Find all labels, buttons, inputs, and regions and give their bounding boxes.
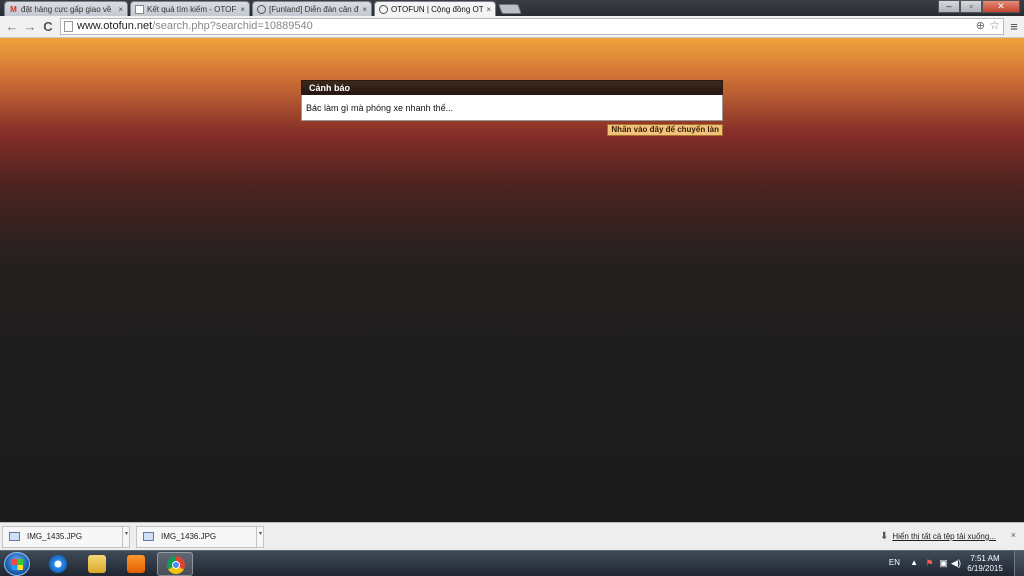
network-icon[interactable]: ▣ bbox=[939, 559, 948, 568]
page-icon bbox=[64, 21, 73, 32]
taskbar: EN ▲ ⚑ ▣ ◀) 7:51 AM 6/19/2015 bbox=[0, 550, 1024, 576]
page-content: Cảnh báo Bác làm gì mà phóng xe nhanh th… bbox=[0, 38, 1024, 522]
menu-icon[interactable]: ≡ bbox=[1007, 19, 1021, 35]
reload-icon[interactable]: C bbox=[40, 19, 56, 35]
back-icon[interactable]: ← bbox=[4, 19, 20, 35]
bookmark-star-icon[interactable]: ☆ bbox=[989, 18, 1000, 33]
image-file-icon bbox=[143, 532, 154, 541]
clock-date: 6/19/2015 bbox=[967, 564, 1003, 573]
warning-dialog: Cảnh báo Bác làm gì mà phóng xe nhanh th… bbox=[301, 80, 723, 136]
taskbar-file-explorer[interactable] bbox=[79, 552, 115, 576]
window-controls: – ▫ ✕ bbox=[938, 0, 1020, 13]
download-item[interactable]: IMG_1435.JPG ▾ bbox=[2, 526, 130, 548]
windows-logo-lower-icon bbox=[12, 565, 23, 570]
image-file-icon bbox=[9, 532, 20, 541]
download-filename: IMG_1436.JPG bbox=[161, 532, 217, 541]
language-indicator[interactable]: EN bbox=[889, 558, 900, 567]
clock-time: 7:51 AM bbox=[970, 554, 1000, 563]
chevron-down-icon[interactable]: ▾ bbox=[256, 526, 264, 548]
show-desktop-button[interactable] bbox=[1014, 551, 1024, 576]
tab-close-icon[interactable]: × bbox=[486, 5, 491, 14]
url-path: /search.php?searchid=10889540 bbox=[152, 20, 313, 32]
downloads-shelf: IMG_1435.JPG ▾ IMG_1436.JPG ▾ ⬇ Hiển thị … bbox=[0, 522, 1024, 550]
address-bar[interactable]: www.otofun.net/search.php?searchid=10889… bbox=[60, 18, 1004, 35]
page-icon bbox=[135, 4, 144, 14]
dialog-title: Cảnh báo bbox=[301, 80, 723, 95]
show-all-label: Hiển thị tất cả tệp tải xuống... bbox=[892, 532, 996, 541]
new-tab-button[interactable] bbox=[498, 4, 522, 14]
system-tray: EN ▲ ⚑ ▣ ◀) 7:51 AM 6/19/2015 bbox=[884, 551, 1024, 576]
tab-gmail[interactable]: M đặt hàng cực gấp giao về × bbox=[4, 1, 128, 16]
download-filename: IMG_1435.JPG bbox=[27, 532, 83, 541]
start-button[interactable] bbox=[4, 552, 30, 576]
otofun-icon bbox=[379, 4, 388, 14]
close-window-icon[interactable]: ✕ bbox=[982, 0, 1020, 13]
tab-search-results[interactable]: Kết quả tìm kiếm - OTOF × bbox=[130, 1, 250, 16]
folder-icon bbox=[88, 555, 106, 573]
browser-titlebar: M đặt hàng cực gấp giao về × Kết quả tìm… bbox=[0, 0, 1024, 16]
dialog-message: Bác làm gì mà phóng xe nhanh thế... bbox=[301, 95, 723, 121]
taskbar-internet-explorer[interactable] bbox=[40, 552, 76, 576]
tab-funland[interactable]: [Funland] Diễn đàn cân đ × bbox=[252, 1, 372, 16]
tab-label: Kết quả tìm kiếm - OTOF bbox=[147, 4, 237, 14]
chrome-icon bbox=[167, 556, 185, 574]
tab-otofun-active[interactable]: OTOFUN | Cộng đồng OT × bbox=[374, 1, 496, 16]
tray-expand-icon[interactable]: ▲ bbox=[910, 558, 918, 567]
download-item[interactable]: IMG_1436.JPG ▾ bbox=[136, 526, 264, 548]
internet-explorer-icon bbox=[49, 555, 67, 573]
tab-close-icon[interactable]: × bbox=[118, 5, 123, 14]
tab-close-icon[interactable]: × bbox=[240, 5, 245, 14]
action-center-flag-icon[interactable]: ⚑ bbox=[925, 559, 934, 568]
show-all-downloads-link[interactable]: ⬇ Hiển thị tất cả tệp tải xuống... bbox=[880, 531, 996, 542]
tab-label: OTOFUN | Cộng đồng OT bbox=[391, 4, 484, 14]
otofun-icon bbox=[257, 4, 266, 14]
chevron-down-icon[interactable]: ▾ bbox=[122, 526, 130, 548]
clock[interactable]: 7:51 AM 6/19/2015 bbox=[960, 554, 1010, 574]
download-icon: ⬇ bbox=[879, 531, 889, 542]
url-domain: www.otofun.net bbox=[77, 20, 153, 32]
minimize-icon[interactable]: – bbox=[938, 0, 960, 13]
close-icon[interactable]: × bbox=[1011, 530, 1016, 540]
tab-label: [Funland] Diễn đàn cân đ bbox=[269, 4, 359, 14]
taskbar-chrome[interactable] bbox=[157, 552, 193, 576]
media-player-icon bbox=[127, 555, 145, 573]
browser-toolbar: ← → C www.otofun.net/search.php?searchid… bbox=[0, 16, 1024, 38]
forward-icon[interactable]: → bbox=[22, 19, 38, 35]
zoom-icon[interactable]: ⊕ bbox=[976, 19, 985, 34]
tab-close-icon[interactable]: × bbox=[362, 5, 367, 14]
taskbar-media-player[interactable] bbox=[118, 552, 154, 576]
redirect-button[interactable]: Nhấn vào đây để chuyển làn bbox=[607, 124, 723, 136]
maximize-icon[interactable]: ▫ bbox=[960, 0, 982, 13]
gmail-icon: M bbox=[10, 4, 17, 14]
tab-label: đặt hàng cực gấp giao về bbox=[21, 4, 112, 14]
